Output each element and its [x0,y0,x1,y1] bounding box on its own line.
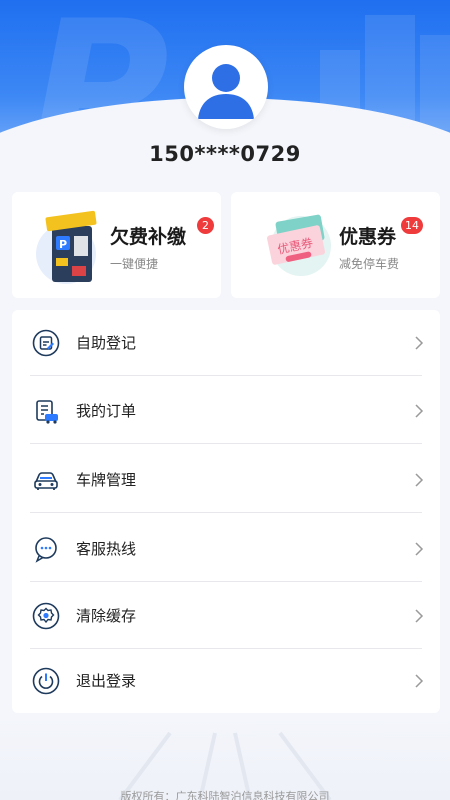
arrears-title: 欠费补缴 [110,226,187,248]
coupons-title: 优惠券 [339,226,397,248]
divider [30,512,422,513]
chevron-right-icon [415,473,424,487]
chat-headset-icon [35,537,57,563]
menu-item-label: 客服热线 [76,540,137,558]
building-shape [420,35,450,130]
arrears-subtitle: 一键便捷 [110,257,159,271]
parking-meter-icon: P [36,210,97,284]
menu-item-label: 自助登记 [76,334,137,352]
menu-item-label: 退出登录 [76,672,137,690]
coupons-card[interactable]: 优惠券 优惠券 减免停车费 14 [231,192,440,298]
order-list-icon [36,400,58,424]
svg-text:P: P [59,238,67,251]
coupon-ticket-icon: 优惠券 [267,214,331,276]
chevron-right-icon [415,674,424,688]
car-icon [34,472,58,490]
menu-item-clear-cache[interactable]: 清除缓存 [12,583,440,649]
menu-item-customer-hotline[interactable]: 客服热线 [12,516,440,582]
divider [30,443,422,444]
menu-item-logout[interactable]: 退出登录 [12,648,440,714]
settings-menu: 自助登记 我的订单 车牌管理 客服热线 清除缓存 退出登录 [12,310,440,713]
arrears-count-badge: 2 [197,217,214,234]
gear-icon [32,602,60,630]
arrears-payment-card[interactable]: P 欠费补缴 一键便捷 2 [12,192,221,298]
user-avatar-icon [190,51,262,123]
copyright-footer: 版权所有：广东科陆智泊信息科技有限公司 [120,790,330,800]
chevron-right-icon [415,542,424,556]
coupons-count-badge: 14 [401,217,423,234]
power-icon [32,667,60,695]
chevron-right-icon [415,609,424,623]
parking-lot-background [0,713,450,800]
chevron-right-icon [415,336,424,350]
chevron-right-icon [415,404,424,418]
clipboard-edit-icon [32,329,60,357]
menu-item-label: 车牌管理 [76,471,137,489]
menu-item-my-orders[interactable]: 我的订单 [12,378,440,444]
user-phone-number: 150****0729 [149,142,301,166]
menu-item-label: 我的订单 [76,402,137,420]
avatar[interactable] [184,45,268,129]
menu-item-label: 清除缓存 [76,607,137,625]
menu-item-self-registration[interactable]: 自助登记 [12,310,440,376]
divider [30,375,422,376]
menu-item-plate-management[interactable]: 车牌管理 [12,447,440,513]
coupons-subtitle: 减免停车费 [339,257,400,271]
divider [30,581,422,582]
